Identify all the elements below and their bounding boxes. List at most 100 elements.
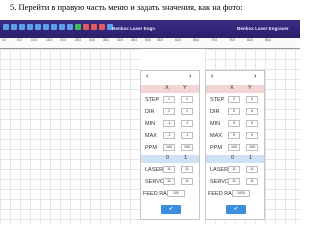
nav-prev-button[interactable]: ‹ <box>146 73 148 80</box>
right-app-toolbar: Benbox Laser Engraver <box>155 20 300 38</box>
ppm-y-input[interactable]: 100 <box>246 144 258 151</box>
ruler-tick: 75.0 <box>229 38 236 42</box>
laser-1-input[interactable]: 11 <box>246 166 258 173</box>
laser-1-input[interactable]: 11 <box>181 166 193 173</box>
instruction-text: 5. Перейти в правую часть меню и задать … <box>10 2 243 12</box>
servo-0-input[interactable]: 11 <box>228 178 240 185</box>
min-x-input[interactable]: -1 <box>163 120 175 127</box>
header-x: X <box>165 85 169 91</box>
toolbar-button[interactable] <box>51 24 57 30</box>
laser-0-input[interactable]: 11 <box>163 166 175 173</box>
toolbar-button[interactable] <box>19 24 25 30</box>
ruler-tick: 40.0 <box>117 38 124 42</box>
toolbar-button[interactable] <box>67 24 73 30</box>
app-title: Benbox Laser Engraver <box>237 26 289 31</box>
dir-y-input[interactable]: 6 <box>246 108 258 115</box>
axis-header: X Y <box>206 85 264 93</box>
ruler-tick: 50.0 <box>145 38 152 42</box>
ruler-tick: 45.0 <box>131 38 138 42</box>
ruler-tick: 70.0 <box>211 38 218 42</box>
right-settings-panel: ‹ › X Y STEP 2 3 DIR 5 6 MIN 9 9 MAX 9 9… <box>205 70 265 220</box>
left-canvas[interactable] <box>0 49 140 224</box>
row-label: MIN <box>210 121 221 127</box>
ruler-tick: 20.0 <box>60 38 67 42</box>
apply-button[interactable]: ✔ <box>161 205 181 214</box>
nav-next-button[interactable]: › <box>254 73 256 80</box>
feed-rate-input[interactable]: 100 <box>167 190 185 197</box>
dir-x-input[interactable]: 1 <box>163 108 175 115</box>
ruler-tick: 60.0 <box>175 38 182 42</box>
channel-header: 0 1 <box>206 155 264 163</box>
ruler-tick: 55.0 <box>157 38 164 42</box>
row-label: SERVO <box>145 179 165 185</box>
step-x-input[interactable]: 2 <box>228 96 240 103</box>
row-label: PPM <box>145 145 157 151</box>
left-settings-panel: ‹ › X Y STEP 1 1 DIR 1 1 MIN -1 -1 MAX -… <box>140 70 200 220</box>
min-x-input[interactable]: 9 <box>228 120 240 127</box>
ruler-tick: 15.0 <box>46 38 53 42</box>
ruler-tick: 5.0 <box>17 38 22 42</box>
toolbar-button[interactable] <box>27 24 33 30</box>
toolbar-button[interactable] <box>11 24 17 30</box>
channel-1: 1 <box>249 155 253 161</box>
left-ruler: 0.0 5.0 10.0 15.0 20.0 25.0 30.0 35.0 40… <box>0 38 155 49</box>
toolbar-button[interactable] <box>43 24 49 30</box>
row-label: MAX <box>145 133 157 139</box>
laser-0-input[interactable]: 11 <box>228 166 240 173</box>
toolbar-button[interactable] <box>35 24 41 30</box>
max-y-input[interactable]: 9 <box>246 132 258 139</box>
ruler-tick: 10.0 <box>31 38 38 42</box>
ppm-y-input[interactable]: 100 <box>181 144 193 151</box>
nav-prev-button[interactable]: ‹ <box>211 73 213 80</box>
max-y-input[interactable]: -1 <box>181 132 193 139</box>
toolbar-button[interactable] <box>99 24 105 30</box>
row-label: MAX <box>210 133 222 139</box>
row-label: PPM <box>210 145 222 151</box>
channel-0: 0 <box>166 155 170 161</box>
ruler-tick: 85.0 <box>265 38 272 42</box>
toolbar-button[interactable] <box>3 24 9 30</box>
step-y-input[interactable]: 3 <box>246 96 258 103</box>
axis-header: X Y <box>141 85 199 93</box>
toolbar-button[interactable] <box>75 24 81 30</box>
toolbar-button[interactable] <box>91 24 97 30</box>
row-label: LASER <box>210 167 229 173</box>
row-label: DIR <box>145 109 155 115</box>
channel-header: 0 1 <box>141 155 199 163</box>
ruler-tick: 65.0 <box>193 38 200 42</box>
left-app-toolbar: Benbox Laser Engraver <box>0 20 164 38</box>
dir-y-input[interactable]: 1 <box>181 108 193 115</box>
max-x-input[interactable]: 9 <box>228 132 240 139</box>
min-y-input[interactable]: -1 <box>181 120 193 127</box>
ruler-tick: 0.0 <box>2 38 7 42</box>
max-x-input[interactable]: -1 <box>163 132 175 139</box>
min-y-input[interactable]: 9 <box>246 120 258 127</box>
row-label: SERVO <box>210 179 230 185</box>
right-ruler: 55.0 60.0 65.0 70.0 75.0 80.0 85.0 <box>155 38 300 49</box>
dir-x-input[interactable]: 5 <box>228 108 240 115</box>
apply-button[interactable]: ✔ <box>226 205 246 214</box>
row-label: MIN <box>145 121 156 127</box>
ppm-x-input[interactable]: 100 <box>228 144 240 151</box>
channel-0: 0 <box>231 155 235 161</box>
header-x: X <box>230 85 234 91</box>
toolbar-button[interactable] <box>83 24 89 30</box>
ruler-tick: 80.0 <box>247 38 254 42</box>
row-label: STEP <box>145 97 160 103</box>
ruler-tick: 25.0 <box>75 38 82 42</box>
step-y-input[interactable]: 1 <box>181 96 193 103</box>
servo-1-input[interactable]: 11 <box>246 178 258 185</box>
feed-rate-input[interactable]: 1000 <box>232 190 250 197</box>
nav-next-button[interactable]: › <box>189 73 191 80</box>
ruler-tick: 30.0 <box>89 38 96 42</box>
row-label: LASER <box>145 167 164 173</box>
header-y: Y <box>183 85 187 91</box>
header-y: Y <box>248 85 252 91</box>
servo-0-input[interactable]: 11 <box>163 178 175 185</box>
toolbar-button[interactable] <box>59 24 65 30</box>
ppm-x-input[interactable]: 100 <box>163 144 175 151</box>
row-label: DIR <box>210 109 220 115</box>
step-x-input[interactable]: 1 <box>163 96 175 103</box>
ruler-tick: 35.0 <box>103 38 110 42</box>
servo-1-input[interactable]: 11 <box>181 178 193 185</box>
